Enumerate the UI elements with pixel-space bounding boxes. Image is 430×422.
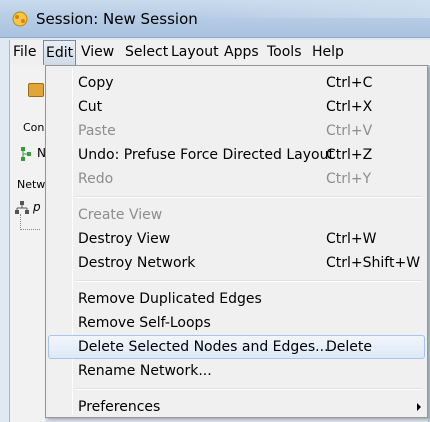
window-title: Session: New Session (36, 10, 198, 28)
menu-file[interactable]: File (13, 40, 36, 65)
menu-item-undo[interactable]: Undo: Prefuse Force Directed Layout Ctrl… (48, 143, 425, 167)
network-column-header[interactable]: Netw (17, 178, 45, 191)
tree-connector (20, 214, 40, 230)
menu-help[interactable]: Help (312, 40, 344, 65)
menu-item-rename-network[interactable]: Rename Network... (48, 359, 425, 383)
menu-item-label: Copy (78, 75, 114, 91)
menu-edit[interactable]: Edit (43, 40, 77, 65)
menu-item-shortcut: Ctrl+Z (326, 147, 373, 163)
network-item-label[interactable]: p (33, 200, 43, 214)
control-panel-tab[interactable]: Con (23, 121, 45, 134)
menu-bar: File Edit View Select Layout Apps Tools … (9, 40, 430, 65)
menu-item-destroy-network[interactable]: Destroy Network Ctrl+Shift+W (48, 251, 425, 275)
menu-separator (76, 196, 422, 198)
menu-apps[interactable]: Apps (224, 40, 259, 65)
menu-item-label: Remove Self-Loops (78, 315, 211, 331)
menu-item-shortcut: Ctrl+V (326, 123, 373, 139)
menu-separator (76, 280, 422, 282)
menu-item-copy[interactable]: Copy Ctrl+C (48, 71, 425, 95)
menu-tools[interactable]: Tools (267, 40, 302, 65)
menu-item-shortcut: Ctrl+W (326, 231, 377, 247)
menu-item-label: Preferences (78, 399, 161, 415)
menu-item-remove-duplicated-edges[interactable]: Remove Duplicated Edges (48, 287, 425, 311)
menu-item-redo[interactable]: Redo Ctrl+Y (48, 167, 425, 191)
menu-item-preferences[interactable]: Preferences (48, 395, 425, 419)
menu-view[interactable]: View (81, 40, 114, 65)
menu-layout[interactable]: Layout (171, 40, 219, 65)
menu-item-paste[interactable]: Paste Ctrl+V (48, 119, 425, 143)
menu-item-shortcut: Delete (326, 339, 372, 355)
submenu-arrow-icon (417, 403, 421, 411)
menu-item-remove-self-loops[interactable]: Remove Self-Loops (48, 311, 425, 335)
network-tree-icon (21, 147, 31, 161)
menu-item-shortcut: Ctrl+Shift+W (326, 255, 421, 271)
menu-item-label: Destroy View (78, 231, 171, 247)
menu-item-label: Redo (78, 171, 114, 187)
menu-item-label: Undo: Prefuse Force Directed Layout (78, 147, 334, 163)
menu-item-shortcut: Ctrl+Y (326, 171, 372, 187)
window-title-bar: Session: New Session (0, 0, 430, 38)
menu-item-label: Remove Duplicated Edges (78, 291, 262, 307)
menu-item-delete-selected[interactable]: Delete Selected Nodes and Edges... Delet… (48, 335, 425, 359)
menu-item-shortcut: Ctrl+C (326, 75, 373, 91)
menu-item-label: Destroy Network (78, 255, 196, 271)
menu-item-cut[interactable]: Cut Ctrl+X (48, 95, 425, 119)
open-folder-icon[interactable] (28, 83, 44, 97)
menu-item-shortcut: Ctrl+X (326, 99, 373, 115)
menu-item-label: Paste (78, 123, 116, 139)
menu-separator (76, 388, 422, 390)
network-tab-label[interactable]: N (37, 146, 45, 160)
menu-select[interactable]: Select (125, 40, 168, 65)
menu-item-label: Delete Selected Nodes and Edges... (78, 339, 329, 355)
control-panel-strip (9, 65, 45, 422)
menu-item-label: Rename Network... (78, 363, 212, 379)
title-bar-background (190, 0, 430, 18)
menu-item-label: Cut (78, 99, 103, 115)
edit-menu-dropdown: Copy Ctrl+C Cut Ctrl+X Paste Ctrl+V Undo… (45, 65, 428, 418)
menu-item-label: Create View (78, 207, 163, 223)
menu-item-destroy-view[interactable]: Destroy View Ctrl+W (48, 227, 425, 251)
menu-item-create-view[interactable]: Create View (48, 203, 425, 227)
cytoscape-app-icon (12, 11, 28, 27)
